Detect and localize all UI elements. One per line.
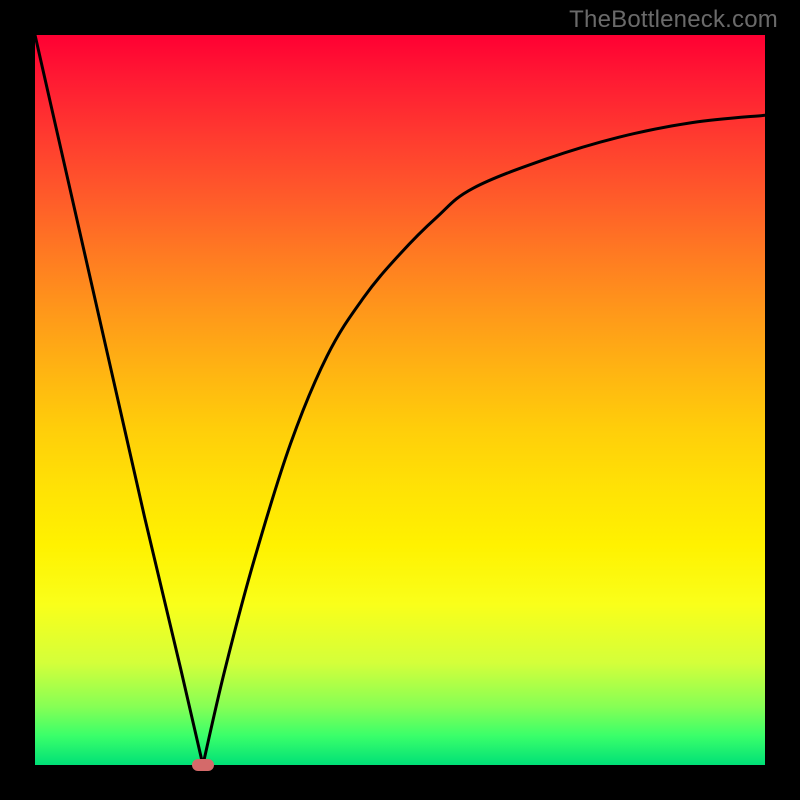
chart-frame: TheBottleneck.com: [0, 0, 800, 800]
curve-svg: [35, 35, 765, 765]
curve-path: [35, 35, 765, 765]
plot-area: [35, 35, 765, 765]
minimum-marker: [192, 759, 214, 771]
watermark-text: TheBottleneck.com: [569, 6, 778, 34]
